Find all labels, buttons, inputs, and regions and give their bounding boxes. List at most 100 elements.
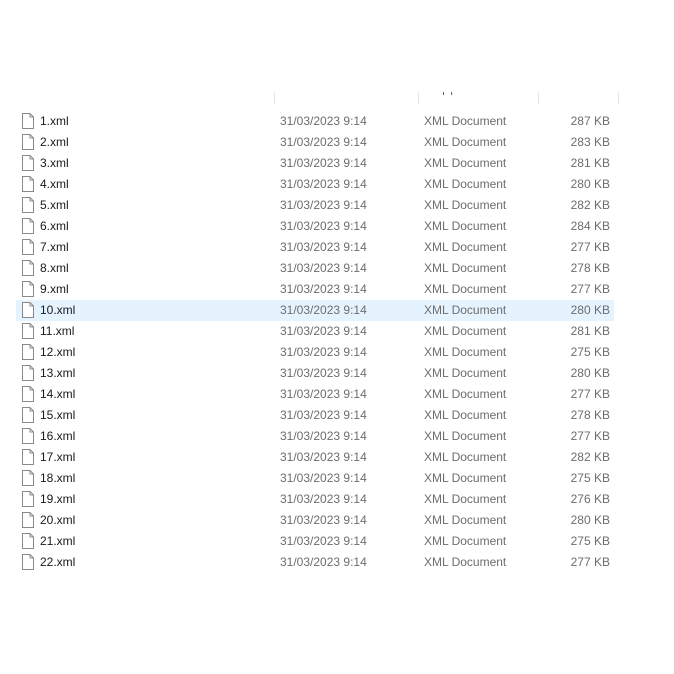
file-size: 275 KB <box>570 345 610 359</box>
file-name: 12.xml <box>40 345 76 359</box>
xml-document-icon <box>22 407 34 423</box>
file-date-modified: 31/03/2023 9:14 <box>280 534 367 548</box>
file-row[interactable]: 12.xml 31/03/2023 9:14 XML Document 275 KB <box>16 342 614 363</box>
file-type: XML Document <box>424 450 507 464</box>
xml-document-icon <box>22 134 34 150</box>
file-row[interactable]: 19.xml 31/03/2023 9:14 XML Document 276 KB <box>16 489 614 510</box>
file-type: XML Document <box>424 219 507 233</box>
file-name: 3.xml <box>40 156 69 170</box>
file-size: 283 KB <box>570 135 610 149</box>
file-row[interactable]: 4.xml 31/03/2023 9:14 XML Document 280 KB <box>16 174 614 195</box>
file-date-modified: 31/03/2023 9:14 <box>280 156 367 170</box>
file-row[interactable]: 5.xml 31/03/2023 9:14 XML Document 282 KB <box>16 195 614 216</box>
file-date-modified: 31/03/2023 9:14 <box>280 345 367 359</box>
file-row[interactable]: 21.xml 31/03/2023 9:14 XML Document 275 KB <box>16 531 614 552</box>
file-type: XML Document <box>424 345 507 359</box>
file-type: XML Document <box>424 534 507 548</box>
file-date-modified: 31/03/2023 9:14 <box>280 219 367 233</box>
file-name: 21.xml <box>40 534 76 548</box>
file-size: 277 KB <box>570 387 610 401</box>
file-name: 15.xml <box>40 408 76 422</box>
file-type: XML Document <box>424 198 507 212</box>
xml-document-icon <box>22 218 34 234</box>
xml-document-icon <box>22 533 34 549</box>
file-name: 8.xml <box>40 261 69 275</box>
xml-document-icon <box>22 281 34 297</box>
column-divider[interactable] <box>618 92 619 104</box>
file-name: 18.xml <box>40 471 76 485</box>
file-type: XML Document <box>424 366 507 380</box>
xml-document-icon <box>22 155 34 171</box>
file-name: 22.xml <box>40 555 76 569</box>
file-name: 10.xml <box>40 303 76 317</box>
xml-document-icon <box>22 239 34 255</box>
file-row[interactable]: 18.xml 31/03/2023 9:14 XML Document 275 KB <box>16 468 614 489</box>
file-size: 281 KB <box>570 324 610 338</box>
file-row[interactable]: 17.xml 31/03/2023 9:14 XML Document 282 KB <box>16 447 614 468</box>
column-header-strip: ı ı <box>16 92 620 104</box>
file-name: 17.xml <box>40 450 76 464</box>
file-row[interactable]: 1.xml 31/03/2023 9:14 XML Document 287 KB <box>16 111 614 132</box>
file-size: 284 KB <box>570 219 610 233</box>
xml-document-icon <box>22 470 34 486</box>
file-list: 1.xml 31/03/2023 9:14 XML Document 287 KB 2.… <box>16 111 614 573</box>
file-date-modified: 31/03/2023 9:14 <box>280 177 367 191</box>
file-size: 275 KB <box>570 471 610 485</box>
file-size: 277 KB <box>570 282 610 296</box>
file-row[interactable]: 2.xml 31/03/2023 9:14 XML Document 283 KB <box>16 132 614 153</box>
file-size: 287 KB <box>570 114 610 128</box>
file-size: 281 KB <box>570 156 610 170</box>
xml-document-icon <box>22 491 34 507</box>
file-row[interactable]: 3.xml 31/03/2023 9:14 XML Document 281 KB <box>16 153 614 174</box>
file-name: 9.xml <box>40 282 69 296</box>
file-type: XML Document <box>424 408 507 422</box>
file-type: XML Document <box>424 135 507 149</box>
file-row[interactable]: 14.xml 31/03/2023 9:14 XML Document 277 KB <box>16 384 614 405</box>
xml-document-icon <box>22 449 34 465</box>
xml-document-icon <box>22 386 34 402</box>
file-date-modified: 31/03/2023 9:14 <box>280 324 367 338</box>
xml-document-icon <box>22 428 34 444</box>
file-size: 280 KB <box>570 177 610 191</box>
file-row[interactable]: 11.xml 31/03/2023 9:14 XML Document 281 KB <box>16 321 614 342</box>
file-row[interactable]: 7.xml 31/03/2023 9:14 XML Document 277 KB <box>16 237 614 258</box>
column-divider[interactable] <box>274 92 275 104</box>
file-row[interactable]: 6.xml 31/03/2023 9:14 XML Document 284 KB <box>16 216 614 237</box>
file-type: XML Document <box>424 513 507 527</box>
file-name: 20.xml <box>40 513 76 527</box>
file-date-modified: 31/03/2023 9:14 <box>280 513 367 527</box>
type-column-header[interactable]: ı ı <box>442 92 454 98</box>
file-row[interactable]: 10.xml 31/03/2023 9:14 XML Document 280 KB <box>16 300 614 321</box>
file-type: XML Document <box>424 240 507 254</box>
column-divider[interactable] <box>418 92 419 104</box>
file-size: 278 KB <box>570 261 610 275</box>
file-row[interactable]: 20.xml 31/03/2023 9:14 XML Document 280 KB <box>16 510 614 531</box>
file-name: 19.xml <box>40 492 76 506</box>
file-row[interactable]: 15.xml 31/03/2023 9:14 XML Document 278 KB <box>16 405 614 426</box>
file-row[interactable]: 13.xml 31/03/2023 9:14 XML Document 280 KB <box>16 363 614 384</box>
file-date-modified: 31/03/2023 9:14 <box>280 282 367 296</box>
file-name: 7.xml <box>40 240 69 254</box>
xml-document-icon <box>22 344 34 360</box>
xml-document-icon <box>22 176 34 192</box>
file-row[interactable]: 8.xml 31/03/2023 9:14 XML Document 278 KB <box>16 258 614 279</box>
file-name: 4.xml <box>40 177 69 191</box>
file-date-modified: 31/03/2023 9:14 <box>280 387 367 401</box>
column-divider[interactable] <box>538 92 539 104</box>
file-size: 277 KB <box>570 240 610 254</box>
file-type: XML Document <box>424 324 507 338</box>
file-type: XML Document <box>424 387 507 401</box>
file-type: XML Document <box>424 471 507 485</box>
file-date-modified: 31/03/2023 9:14 <box>280 555 367 569</box>
file-size: 276 KB <box>570 492 610 506</box>
file-row[interactable]: 9.xml 31/03/2023 9:14 XML Document 277 KB <box>16 279 614 300</box>
file-row[interactable]: 16.xml 31/03/2023 9:14 XML Document 277 KB <box>16 426 614 447</box>
file-date-modified: 31/03/2023 9:14 <box>280 114 367 128</box>
file-type: XML Document <box>424 555 507 569</box>
file-date-modified: 31/03/2023 9:14 <box>280 366 367 380</box>
file-name: 6.xml <box>40 219 69 233</box>
file-name: 2.xml <box>40 135 69 149</box>
file-date-modified: 31/03/2023 9:14 <box>280 303 367 317</box>
file-row[interactable]: 22.xml 31/03/2023 9:14 XML Document 277 KB <box>16 552 614 573</box>
xml-document-icon <box>22 302 34 318</box>
